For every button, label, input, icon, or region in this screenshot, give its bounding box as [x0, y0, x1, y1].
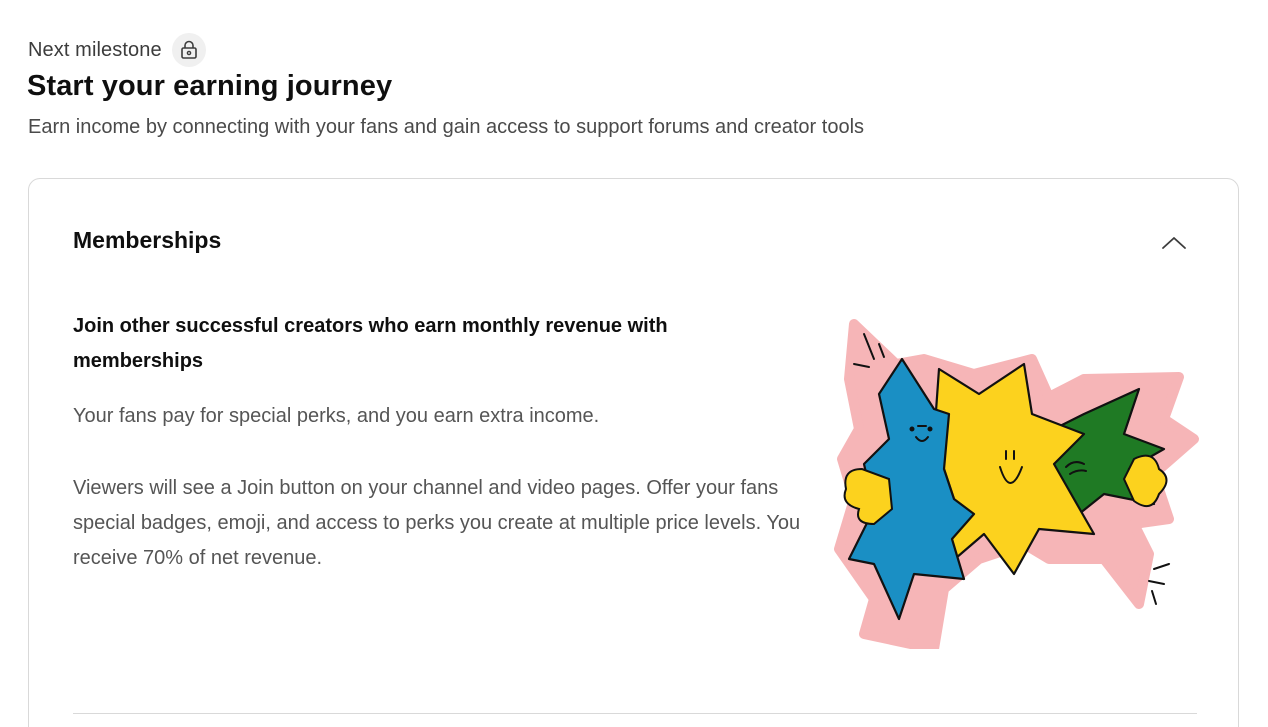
earning-milestone-page: Next milestone Start your earning journe… [0, 0, 1268, 727]
card-headline: Join other successful creators who earn … [73, 315, 668, 372]
card-divider [73, 713, 1197, 714]
page-title: Start your earning journey [27, 70, 393, 102]
memberships-illustration [834, 319, 1199, 649]
card-title: Memberships [73, 227, 222, 253]
card-paragraph-perks: Your fans pay for special perks, and you… [73, 405, 600, 427]
lock-icon [171, 33, 206, 67]
page-subtitle: Earn income by connecting with your fans… [28, 116, 865, 138]
memberships-card: Memberships Join other successful creato… [28, 178, 1239, 727]
chevron-up-icon [1162, 237, 1186, 249]
milestone-label: Next milestone [28, 38, 162, 61]
collapse-button[interactable] [1154, 223, 1194, 263]
card-paragraph-details: Viewers will see a Join button on your c… [73, 477, 801, 569]
milestone-row: Next milestone [28, 32, 206, 68]
